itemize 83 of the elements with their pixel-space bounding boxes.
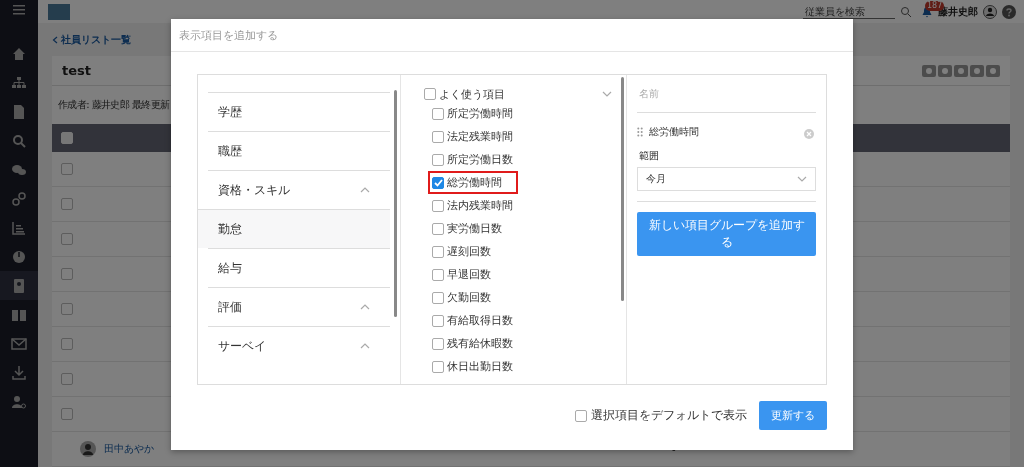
chevron-down-icon[interactable] (602, 90, 612, 98)
field-checkbox-row[interactable]: 残有給休暇数 (430, 335, 515, 352)
add-user-button[interactable] (970, 64, 984, 77)
logo-photo-placeholder (48, 3, 70, 20)
card-title: test (62, 63, 91, 78)
search-icon[interactable] (900, 5, 912, 18)
checkbox[interactable] (432, 291, 444, 304)
field-checkbox-row[interactable]: 欠勤回数 (430, 289, 493, 306)
checkbox[interactable] (432, 314, 444, 327)
checkbox[interactable] (575, 409, 587, 422)
modal-title: 表示項目を追加する (171, 19, 853, 52)
avatar-icon (80, 441, 96, 457)
menu-icon[interactable] (11, 2, 27, 18)
checkbox[interactable] (432, 153, 444, 166)
range-select[interactable]: 今月 (637, 167, 816, 191)
user-avatar-icon[interactable] (983, 4, 997, 19)
checkbox[interactable] (432, 130, 444, 143)
field-checkbox-row[interactable]: 法内残業時間 (430, 197, 515, 214)
card-meta: 作成者: 藤井史郎 最終更新 (58, 98, 170, 112)
field-checkbox-row[interactable]: 所定労働時間 (430, 105, 515, 122)
user-button[interactable] (986, 64, 1000, 77)
field-checkbox-row[interactable]: 遅刻回数 (430, 243, 493, 260)
checkmark-icon (433, 178, 443, 187)
download-icon[interactable] (11, 364, 27, 381)
chevron-down-icon (797, 175, 807, 183)
field-checkbox-row[interactable]: 総労働時間 (430, 173, 516, 192)
gauge-icon[interactable] (11, 248, 27, 265)
row-checkbox[interactable] (61, 373, 73, 385)
checkbox[interactable] (432, 337, 444, 350)
category-item[interactable]: 職歴 (208, 131, 390, 170)
header-checkbox[interactable] (61, 132, 73, 144)
chevron-left-icon (52, 35, 58, 44)
checkbox[interactable] (432, 176, 444, 189)
category-item[interactable]: 給与 (208, 248, 390, 287)
category-item[interactable]: サーベイ (208, 326, 390, 365)
selected-item-label: 総労働時間 (649, 125, 700, 139)
row-checkbox[interactable] (61, 233, 73, 245)
row-checkbox[interactable] (61, 268, 73, 280)
share-button[interactable] (954, 64, 968, 77)
row-checkbox[interactable] (61, 338, 73, 350)
document-icon[interactable] (11, 103, 27, 120)
category-item[interactable]: 評価 (208, 287, 390, 326)
chevron-up-icon (360, 303, 370, 311)
checkbox[interactable] (432, 245, 444, 258)
checkbox[interactable] (424, 88, 436, 100)
drag-handle-icon[interactable] (637, 127, 643, 137)
bar-chart-icon[interactable] (11, 219, 27, 236)
field-checkbox-row[interactable]: 実労働日数 (430, 220, 504, 237)
row-checkbox[interactable] (61, 198, 73, 210)
field-checkbox-row[interactable]: 所定労働日数 (430, 151, 515, 168)
checkbox[interactable] (432, 222, 444, 235)
category-item[interactable]: 勤怠 (198, 209, 390, 248)
field-checkbox-row[interactable]: 有給取得日数 (430, 312, 515, 329)
group-checkbox-row[interactable]: よく使う項目 (422, 85, 507, 103)
checkbox[interactable] (432, 268, 444, 281)
remove-icon[interactable] (804, 129, 814, 139)
checkbox[interactable] (432, 360, 444, 373)
scrollbar[interactable] (394, 90, 397, 317)
field-checkbox-row[interactable]: 早退回数 (430, 266, 493, 283)
field-checkbox-row[interactable]: 法定残業時間 (430, 128, 515, 145)
default-display-checkbox-row[interactable]: 選択項目をデフォルトで表示 (575, 407, 747, 424)
cloud-button[interactable] (922, 64, 936, 77)
org-chart-icon[interactable] (11, 74, 27, 91)
chevron-up-icon (360, 186, 370, 194)
plus-button[interactable] (938, 64, 952, 77)
search-field[interactable]: 従業員を検索 (803, 4, 895, 19)
chevron-up-icon (360, 342, 370, 350)
checkbox[interactable] (432, 199, 444, 212)
search-icon[interactable] (11, 132, 27, 149)
row-checkbox[interactable] (61, 408, 73, 420)
table-cell: - (672, 443, 676, 455)
mail-icon[interactable] (11, 335, 27, 352)
contact-book-icon[interactable] (11, 277, 27, 294)
row-checkbox[interactable] (61, 303, 73, 315)
field-checkbox-row[interactable]: 休日出勤日数 (430, 358, 515, 375)
user-settings-icon[interactable] (11, 393, 27, 410)
help-icon[interactable] (1002, 4, 1016, 19)
checkbox[interactable] (432, 107, 444, 120)
home-icon[interactable] (11, 45, 27, 62)
category-item[interactable]: 学歴 (208, 92, 390, 131)
scrollbar[interactable] (621, 77, 624, 301)
row-checkbox[interactable] (61, 163, 73, 175)
range-label: 範囲 (639, 149, 660, 163)
